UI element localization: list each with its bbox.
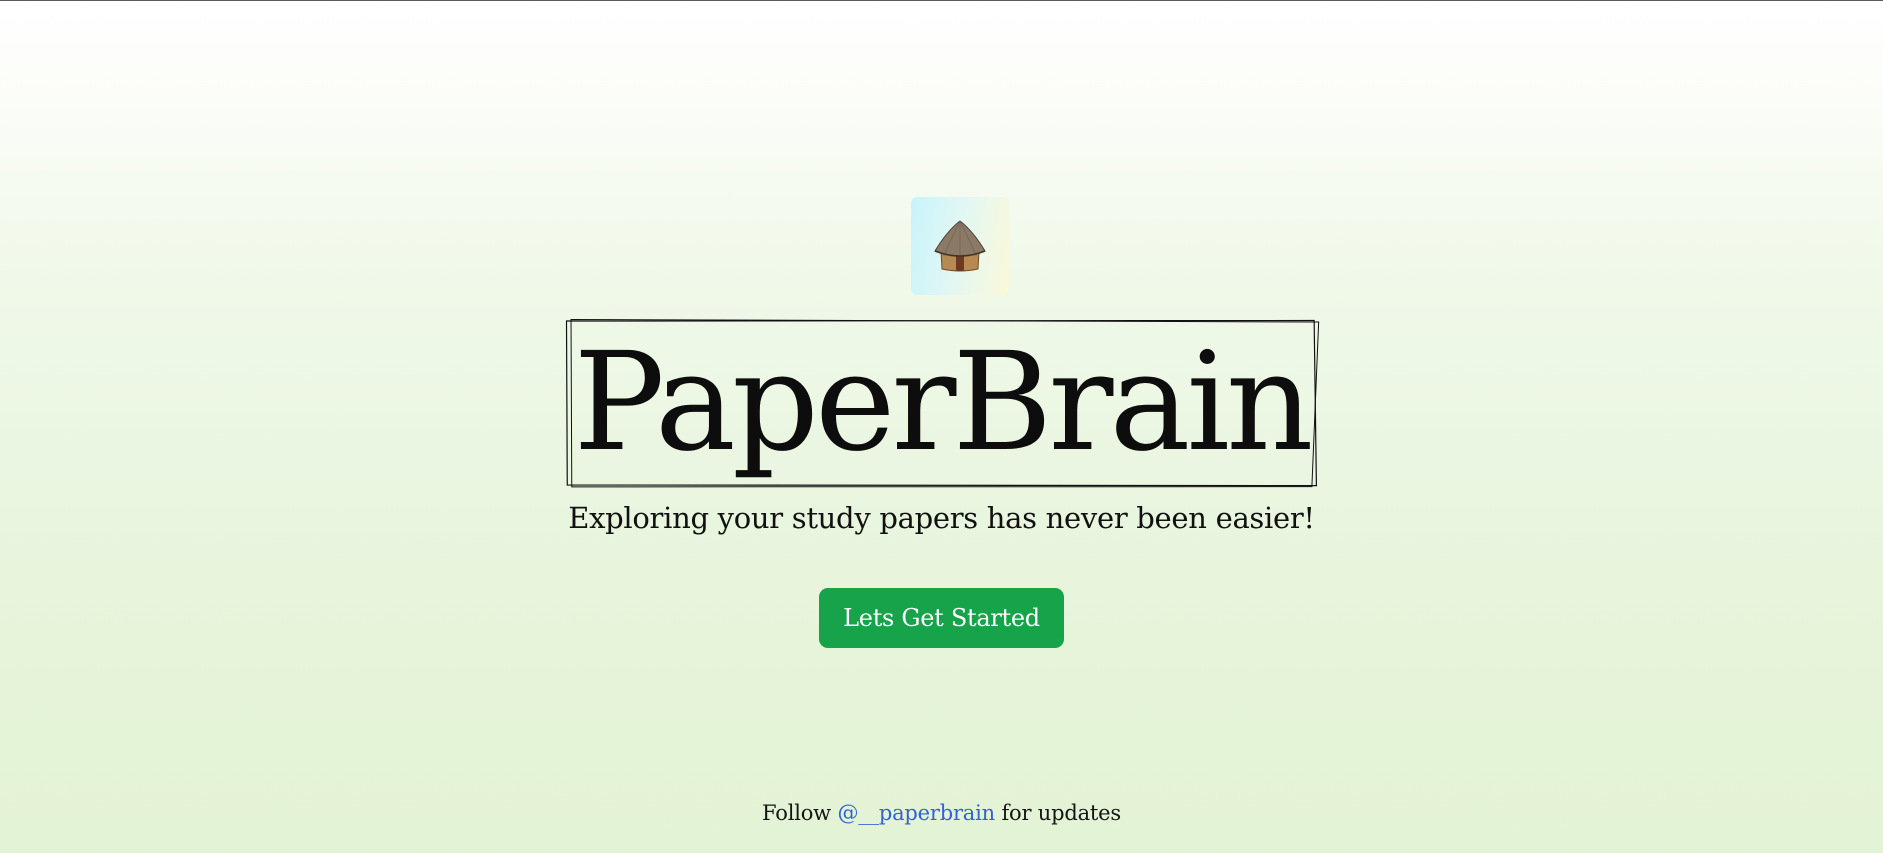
hut-icon — [934, 220, 986, 272]
footer-prefix: Follow — [762, 801, 831, 825]
cta-row: Lets Get Started — [0, 588, 1883, 648]
footer: Follow @__paperbrain for updates — [0, 801, 1883, 825]
logo — [911, 197, 1009, 295]
title-box: PaperBrain — [565, 319, 1317, 487]
page-title: PaperBrain — [573, 324, 1313, 482]
landing-page: PaperBrain Exploring your study papers h… — [0, 1, 1883, 854]
tagline: Exploring your study papers has never be… — [568, 501, 1315, 535]
hero: PaperBrain — [0, 319, 1883, 487]
footer-suffix: for updates — [1001, 801, 1121, 825]
get-started-button[interactable]: Lets Get Started — [819, 588, 1064, 648]
social-handle-link[interactable]: @__paperbrain — [837, 801, 995, 825]
